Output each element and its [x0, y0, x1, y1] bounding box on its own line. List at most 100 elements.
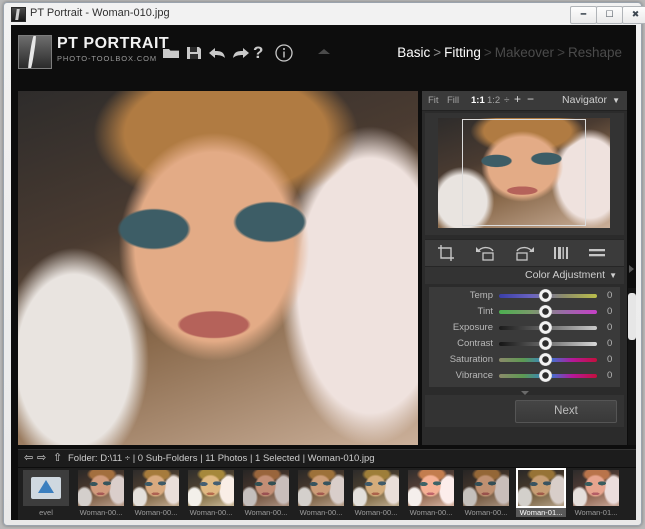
main-photo-viewer[interactable] — [18, 91, 418, 445]
maximize-button[interactable]: ☐ — [596, 6, 623, 24]
app-canvas: PT PORTRAIT PHOTO-TOOLBOX.COM ? Basic > Fi — [11, 25, 636, 520]
slider-label: Vibrance — [455, 370, 493, 381]
thumbnail-image — [243, 470, 289, 506]
zoom-fit-button[interactable]: Fit — [428, 95, 439, 106]
slider-knob[interactable] — [539, 369, 552, 382]
help-glyph: ? — [253, 43, 264, 62]
breadcrumb-step-reshape[interactable]: Reshape — [568, 45, 622, 60]
slider-value: 0 — [607, 354, 613, 365]
thumbnail-caption: Woman-01... — [574, 508, 618, 517]
slider-value: 0 — [607, 370, 613, 381]
slider-knob[interactable] — [539, 321, 552, 334]
crop-tool-icon[interactable] — [437, 244, 463, 262]
thumbnail-caption: Woman-00... — [189, 508, 233, 517]
navigator-preview[interactable] — [425, 113, 624, 235]
tool-row — [425, 239, 624, 267]
thumbnail-image — [188, 470, 234, 506]
slider-label: Tint — [477, 306, 493, 317]
filmstrip-item[interactable]: Woman-00... — [296, 470, 346, 520]
minimize-button[interactable]: ━ — [570, 6, 597, 24]
filmstrip-item[interactable]: Woman-01... — [571, 470, 621, 520]
slider-value: 0 — [607, 306, 613, 317]
breadcrumb-step-basic[interactable]: Basic — [397, 45, 430, 60]
thumbnail-photo — [78, 470, 124, 506]
filmstrip-item[interactable]: Woman-00... — [351, 470, 401, 520]
breadcrumb: Basic > Fitting > Makeover > Reshape — [397, 45, 622, 60]
nav-up-icon[interactable]: ⇧ — [53, 453, 62, 464]
logo-subtitle: PHOTO-TOOLBOX.COM — [57, 54, 158, 63]
undo-icon[interactable] — [207, 43, 227, 63]
thumbnail-image — [353, 470, 399, 506]
thumbnail-photo — [243, 470, 289, 506]
slider-value: 0 — [607, 290, 613, 301]
chevron-down-icon[interactable]: ▼ — [612, 96, 620, 105]
slider-row-vibrance: Vibrance 0 — [429, 368, 620, 383]
thumbnail-image — [78, 470, 124, 506]
thumbnail-photo — [353, 470, 399, 506]
zoom-out-icon[interactable]: − — [527, 92, 534, 106]
thumbnail-caption: Woman-01... — [516, 508, 566, 517]
nav-forward-icon[interactable]: ⇨ — [37, 453, 46, 464]
chevron-down-icon[interactable]: ▼ — [609, 271, 617, 280]
filmstrip-item-selected[interactable]: Woman-01... — [516, 468, 566, 520]
zoom-in-icon[interactable]: + — [514, 92, 521, 106]
filmstrip-item[interactable]: Woman-00... — [461, 470, 511, 520]
slider-value: 0 — [607, 322, 613, 333]
open-folder-icon[interactable] — [161, 43, 181, 63]
slider-label: Temp — [469, 290, 493, 301]
close-icon: ✖ — [631, 9, 640, 19]
redo-icon[interactable] — [231, 43, 251, 63]
thumbnail-photo — [188, 470, 234, 506]
color-adjustment-header[interactable]: Color Adjustment ▼ — [425, 267, 624, 284]
zoom-divider-icon[interactable]: ÷ — [504, 95, 510, 106]
flip-horizontal-icon[interactable] — [551, 244, 577, 262]
folder-icon — [23, 470, 69, 506]
slider-knob[interactable] — [539, 337, 552, 350]
panel-scrollbar-thumb[interactable] — [628, 293, 636, 340]
folder-glyph-icon — [31, 477, 61, 499]
filmstrip-item[interactable]: Woman-00... — [406, 470, 456, 520]
navigator-toolbar: Fit Fill 1:1 1:2 ÷ + − Navigator ▼ — [422, 91, 627, 111]
nav-back-icon[interactable]: ⇦ — [24, 453, 33, 464]
folder-status-text: Folder: D:\11 ÷ | 0 Sub-Folders | 11 Pho… — [68, 453, 375, 464]
filmstrip-item[interactable]: Woman-00... — [76, 470, 126, 520]
slider-label: Exposure — [452, 322, 493, 333]
zoom-1-1-button[interactable]: 1:1 — [471, 95, 485, 106]
thumbnail-caption: Woman-00... — [79, 508, 123, 517]
filmstrip-item[interactable]: Woman-00... — [241, 470, 291, 520]
filmstrip-item[interactable]: evel — [21, 470, 71, 520]
info-icon[interactable] — [274, 43, 294, 63]
thumbnail-photo — [518, 470, 564, 506]
panel-expand-arrow-icon[interactable] — [629, 265, 634, 273]
breadcrumb-step-makeover[interactable]: Makeover — [495, 45, 554, 60]
navigator-viewport-rect[interactable] — [462, 119, 586, 226]
filmstrip[interactable]: evel Woman-00... Woman-00... Woman-00... Wom… — [18, 468, 636, 520]
thumbnail-caption: Woman-00... — [354, 508, 398, 517]
thumbnail-photo — [463, 470, 509, 506]
filmstrip-item[interactable]: Woman-00... — [186, 470, 236, 520]
navigator-panel-label: Navigator — [562, 94, 607, 106]
save-icon[interactable] — [184, 43, 204, 63]
slider-knob[interactable] — [539, 289, 552, 302]
help-icon[interactable]: ? — [253, 43, 273, 63]
thumbnail-caption: Woman-00... — [134, 508, 178, 517]
maximize-icon: ☐ — [605, 9, 614, 19]
zoom-fill-button[interactable]: Fill — [447, 95, 459, 106]
breadcrumb-step-fitting[interactable]: Fitting — [444, 45, 481, 60]
rotate-right-icon[interactable] — [513, 244, 539, 262]
thumbnail-image — [573, 470, 619, 506]
slider-knob[interactable] — [539, 305, 552, 318]
rotate-left-icon[interactable] — [475, 244, 501, 262]
slider-row-exposure: Exposure 0 — [429, 320, 620, 335]
thumbnail-caption: Woman-00... — [464, 508, 508, 517]
next-button[interactable]: Next — [515, 400, 617, 423]
minimize-icon: ━ — [580, 9, 587, 19]
zoom-1-2-button[interactable]: 1:2 — [487, 95, 500, 106]
slider-label: Saturation — [449, 354, 493, 365]
thumbnail-image — [133, 470, 179, 506]
thumbnail-image — [516, 468, 566, 508]
slider-knob[interactable] — [539, 353, 552, 366]
filmstrip-item[interactable]: Woman-00... — [131, 470, 181, 520]
levels-icon[interactable] — [587, 244, 613, 262]
close-button[interactable]: ✖ — [622, 6, 645, 24]
